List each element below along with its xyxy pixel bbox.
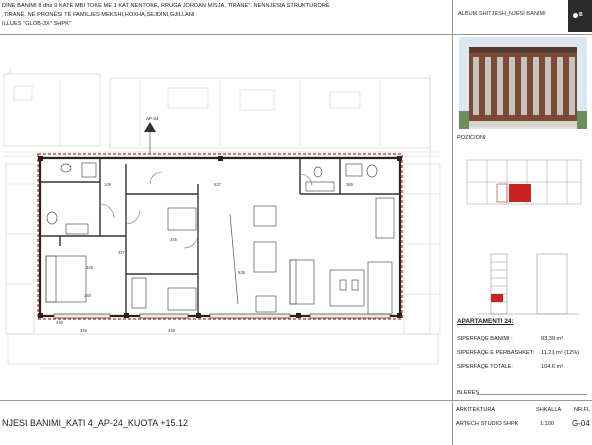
sheet-number-label: NR.FL: [574, 407, 591, 413]
building-render-image: [459, 37, 587, 129]
bathroom-fixtures: [46, 162, 378, 235]
neighbor-context: [3, 68, 441, 369]
dim-326: 326: [80, 328, 88, 333]
area-row-common: SIPERFAQE E PERBASHKET: 11.21 m² (12%): [457, 350, 579, 356]
structural-columns: [38, 156, 402, 318]
logo-mark-icon: [573, 13, 578, 18]
area-label: SIPERFAQE BANIMI :: [457, 336, 513, 342]
dim-345b: 345: [170, 237, 178, 242]
bedroom-furniture: [45, 207, 197, 311]
section-highlight: [491, 294, 503, 302]
area-row-total: SIPERFAQE TOTALE: 104.6 m²: [457, 364, 563, 370]
dim-417: 417: [118, 250, 126, 255]
album-title: ALBUM SHITJESH_NJESI BANIMI: [458, 11, 546, 17]
floor-plan-drawing: AP-24 106 637 385 345 345 340 326 340 41…: [3, 68, 441, 369]
logo-text: B: [579, 12, 583, 18]
area-row-residential: SIPERFAQE BANIMI : 93.39 m²: [457, 336, 563, 342]
kitchen-counter: [375, 197, 395, 239]
title-block-header: DINE BANIMI 8 dhe 9 KATE MBI TOKE ME 1 K…: [0, 0, 453, 35]
entrance-arrow-icon: [144, 122, 156, 132]
buyer-line: [477, 394, 587, 395]
scale-value: 1:100: [540, 421, 554, 427]
unit-tag: AP-24: [146, 116, 159, 121]
area-value: 93.39 m²: [541, 336, 564, 342]
dim-340: 340: [84, 293, 92, 298]
project-line-2: ,TIRANË. NË PRONËSI TË FAMILJES MEKSHI,H…: [2, 12, 195, 18]
dim-106: 106: [104, 182, 112, 187]
architecture-label: ARKITEKTURA: [456, 407, 496, 413]
sheet-number-value: G-04: [572, 419, 590, 428]
door-swings: [99, 171, 313, 249]
living-furniture: [229, 205, 393, 315]
project-line-3: ILLUES "GLOB-3X" SHPK": [2, 21, 71, 27]
floor-plan-area: AP-24 106 637 385 345 345 340 326 340 41…: [0, 34, 452, 400]
section-image: [477, 253, 579, 315]
windows: [53, 313, 391, 319]
album-header: ALBUM SHITJESH_NJESI BANIMI B: [452, 0, 592, 35]
area-label: SIPERFAQE E PERBASHKET:: [457, 350, 535, 356]
info-panel: POZICIONI APARTAMENTI 24: SIPERFAQE BANI…: [452, 34, 592, 400]
area-value: 11.21 m² (12%): [541, 350, 580, 356]
apartment-title: APARTAMENTI 24:: [457, 318, 514, 325]
footer-title-block: NJESI BANIMI_KATI 4_AP-24_KUOTA +15.12: [0, 400, 453, 445]
dim-637: 637: [214, 182, 222, 187]
position-label: POZICIONI: [457, 135, 486, 141]
dim-340b: 340: [168, 328, 176, 333]
key-plan-highlight: [509, 184, 531, 202]
company-logo: B: [568, 0, 592, 32]
dim-536: 536: [238, 270, 246, 275]
architecture-value: ARTECH STUDIO SHPK: [456, 421, 519, 427]
key-plan-image: [461, 144, 587, 240]
buyer-label: BLERES: [457, 390, 480, 396]
dim-385: 385: [346, 182, 354, 187]
footer-info-block: ARKITEKTURA ARTECH STUDIO SHPK SHKALLA 1…: [452, 400, 592, 445]
area-label: SIPERFAQE TOTALE:: [457, 364, 513, 370]
project-line-1: DINE BANIMI 8 dhe 9 KATE MBI TOKE ME 1 K…: [2, 3, 330, 9]
dim-340c: 340: [56, 320, 64, 325]
area-value: 104.6 m²: [541, 364, 564, 370]
scale-label: SHKALLA: [536, 407, 562, 413]
dim-345a: 345: [86, 265, 94, 270]
drawing-title: NJESI BANIMI_KATI 4_AP-24_KUOTA +15.12: [2, 418, 188, 428]
